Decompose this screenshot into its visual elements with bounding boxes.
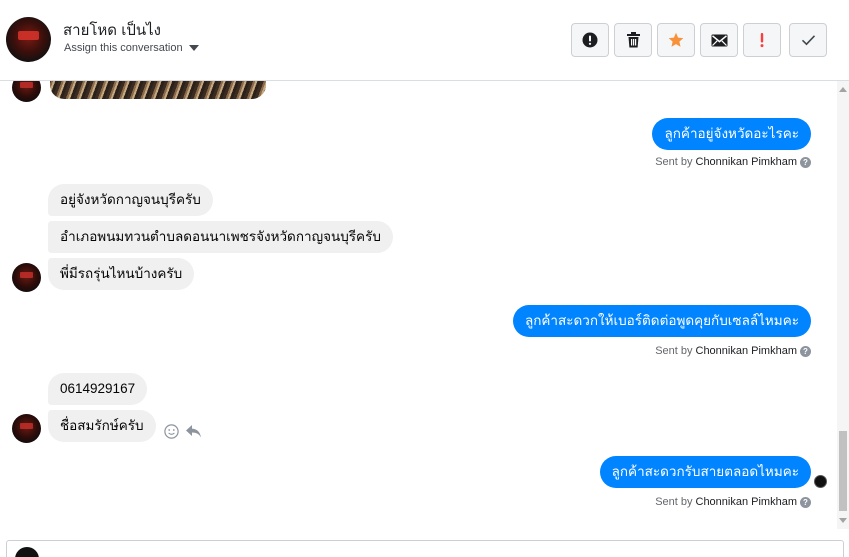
sent-by-label: Sent by Chonnikan Pimkham ? [655,496,811,508]
exclamation-icon [760,33,764,48]
trash-icon [626,32,640,48]
contact-name[interactable]: สายโหด เป็นไง [63,18,161,42]
caret-down-icon [188,45,199,51]
star-button[interactable] [657,23,695,57]
scrollbar-thumb[interactable] [839,431,847,511]
scroll-down-arrow[interactable] [839,518,847,523]
sent-by-prefix: Sent by [655,156,693,168]
header-actions [571,23,827,57]
outgoing-message[interactable]: ลูกค้าอยู่จังหวัดอะไรคะ [652,118,811,150]
seen-avatar [814,475,827,488]
message-thread[interactable]: ลูกค้าอยู่จังหวัดอะไรคะ Sent by Chonnika… [0,81,849,529]
help-icon[interactable]: ? [800,156,811,168]
sent-by-label: Sent by Chonnikan Pimkham ? [655,345,811,357]
exclamation-circle-icon [582,32,598,48]
assign-conversation-label: Assign this conversation [64,42,183,54]
help-icon[interactable]: ? [800,496,811,508]
conversation-header: สายโหด เป็นไง Assign this conversation [0,0,849,81]
contact-avatar[interactable] [6,17,51,62]
incoming-message[interactable]: อยู่จังหวัดกาญจนบุรีครับ [48,184,213,216]
reply-composer[interactable] [6,540,844,557]
mark-unread-button[interactable] [700,23,738,57]
contact-avatar-small [12,81,41,102]
incoming-message[interactable]: พี่มีรถรุ่นไหนบ้างครับ [48,258,195,290]
check-icon [801,35,815,46]
outgoing-message[interactable]: ลูกค้าสะดวกให้เบอร์ติดต่อพูดคุยกับเซลล์ไ… [512,305,811,337]
page-avatar [15,547,39,557]
envelope-icon [711,34,727,46]
outgoing-message[interactable]: ลูกค้าสะดวกรับสายตลอดไหมคะ [599,456,811,488]
thread-scrollbar[interactable] [837,81,849,529]
reply-icon[interactable] [185,424,202,439]
sent-by-label: Sent by Chonnikan Pimkham ? [655,156,811,168]
contact-avatar-small [12,263,41,292]
star-icon [668,32,684,47]
sender-name: Chonnikan Pimkham [695,496,798,508]
incoming-message[interactable]: ชื่อสมรักษ์ครับ [48,410,156,442]
emoji-reaction-icon[interactable] [164,424,179,439]
scroll-up-arrow[interactable] [839,87,847,92]
sent-by-prefix: Sent by [655,496,693,508]
incoming-message[interactable]: อำเภอพนมทวนตำบลดอนนาเพชรจังหวัดกาญจนบุรี… [48,221,393,253]
sent-by-prefix: Sent by [655,345,693,357]
mark-spam-button[interactable] [571,23,609,57]
delete-button[interactable] [614,23,652,57]
mark-done-button[interactable] [789,23,827,57]
incoming-message[interactable]: 0614929167 [48,373,148,405]
contact-avatar-small [12,414,41,443]
sender-name: Chonnikan Pimkham [695,156,798,168]
flag-button[interactable] [743,23,781,57]
assign-conversation-dropdown[interactable]: Assign this conversation [64,42,199,54]
help-icon[interactable]: ? [800,345,811,357]
sender-name: Chonnikan Pimkham [695,345,798,357]
shared-photo[interactable] [50,81,266,99]
